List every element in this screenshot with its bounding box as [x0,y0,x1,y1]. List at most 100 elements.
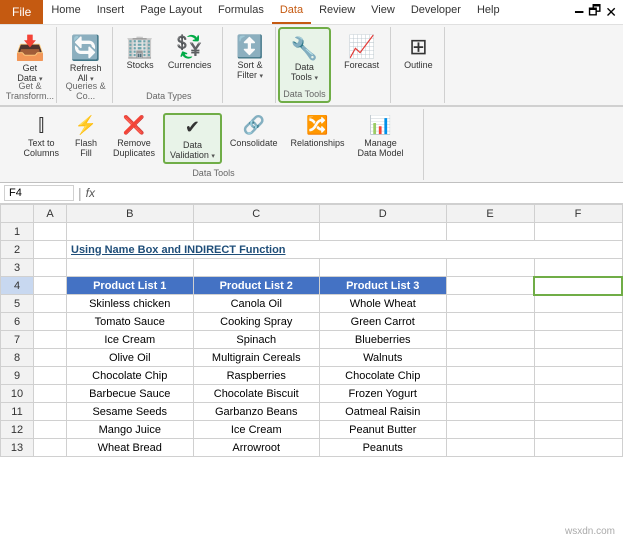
cell-e12[interactable] [446,421,534,439]
restore-icon[interactable]: 🗗 [588,0,601,24]
cell-b5[interactable]: Skinless chicken [67,295,194,313]
cell-c5[interactable]: Canola Oil [193,295,320,313]
manage-data-model-button[interactable]: 📊 ManageData Model [352,113,408,160]
col-header-b[interactable]: B [67,205,194,223]
tab-view[interactable]: View [363,0,403,24]
tab-help[interactable]: Help [469,0,508,24]
cell-b13[interactable]: Wheat Bread [67,439,194,457]
cell-f6[interactable] [534,313,622,331]
cell-d4[interactable]: Product List 3 [320,277,447,295]
stocks-button[interactable]: 🏢 Stocks [121,31,158,73]
cell-c8[interactable]: Multigrain Cereals [193,349,320,367]
col-header-a[interactable]: A [34,205,67,223]
tab-home[interactable]: Home [43,0,88,24]
col-header-e[interactable]: E [446,205,534,223]
sort-filter-button[interactable]: ↕️ Sort &Filter ▾ [231,31,268,83]
col-header-d[interactable]: D [320,205,447,223]
cell-a3[interactable] [34,259,67,277]
cell-a9[interactable] [34,367,67,385]
file-tab[interactable]: File [0,0,43,24]
currencies-button[interactable]: 💱 Currencies [163,31,217,73]
cell-f10[interactable] [534,385,622,403]
cell-f13[interactable] [534,439,622,457]
cell-b1[interactable] [67,223,194,241]
cell-d6[interactable]: Green Carrot [320,313,447,331]
outline-button[interactable]: ⊞ Outline [399,31,438,73]
cell-a1[interactable] [34,223,67,241]
cell-e4[interactable] [446,277,534,295]
cell-b9[interactable]: Chocolate Chip [67,367,194,385]
cell-b8[interactable]: Olive Oil [67,349,194,367]
forecast-button[interactable]: 📈 Forecast [339,31,384,73]
cell-e11[interactable] [446,403,534,421]
cell-e9[interactable] [446,367,534,385]
cell-f11[interactable] [534,403,622,421]
tab-page-layout[interactable]: Page Layout [132,0,210,24]
cell-b2-title[interactable]: Using Name Box and INDIRECT Function [67,241,623,259]
cell-a7[interactable] [34,331,67,349]
cell-b4[interactable]: Product List 1 [67,277,194,295]
cell-c10[interactable]: Chocolate Biscuit [193,385,320,403]
cell-f9[interactable] [534,367,622,385]
cell-f1[interactable] [534,223,622,241]
cell-a10[interactable] [34,385,67,403]
cell-e10[interactable] [446,385,534,403]
flash-fill-button[interactable]: ⚡ FlashFill [67,113,105,160]
cell-a5[interactable] [34,295,67,313]
minimize-icon[interactable]: 🗕 [574,0,584,24]
cell-f12[interactable] [534,421,622,439]
cell-d13[interactable]: Peanuts [320,439,447,457]
cell-e6[interactable] [446,313,534,331]
cell-a13[interactable] [34,439,67,457]
tab-developer[interactable]: Developer [403,0,469,24]
cell-b12[interactable]: Mango Juice [67,421,194,439]
cell-f7[interactable] [534,331,622,349]
tab-insert[interactable]: Insert [89,0,133,24]
cell-d7[interactable]: Blueberries [320,331,447,349]
cell-c3[interactable] [193,259,320,277]
cell-a11[interactable] [34,403,67,421]
cell-c9[interactable]: Raspberries [193,367,320,385]
cell-a12[interactable] [34,421,67,439]
cell-d8[interactable]: Walnuts [320,349,447,367]
close-icon[interactable]: ✕ [605,4,617,21]
get-data-button[interactable]: 📥 GetData ▾ [10,31,50,86]
tab-review[interactable]: Review [311,0,363,24]
cell-e8[interactable] [446,349,534,367]
tab-formulas[interactable]: Formulas [210,0,272,24]
name-box[interactable] [4,185,74,201]
cell-f4[interactable] [534,277,622,295]
tab-data[interactable]: Data [272,0,311,24]
cell-c6[interactable]: Cooking Spray [193,313,320,331]
cell-d12[interactable]: Peanut Butter [320,421,447,439]
cell-c12[interactable]: Ice Cream [193,421,320,439]
cell-d11[interactable]: Oatmeal Raisin [320,403,447,421]
cell-d5[interactable]: Whole Wheat [320,295,447,313]
data-validation-button[interactable]: ✔ DataValidation ▾ [163,113,222,164]
cell-f5[interactable] [534,295,622,313]
cell-a6[interactable] [34,313,67,331]
cell-c11[interactable]: Garbanzo Beans [193,403,320,421]
remove-duplicates-button[interactable]: ❌ RemoveDuplicates [108,113,160,160]
refresh-all-button[interactable]: 🔄 RefreshAll ▾ [65,31,107,86]
cell-a2[interactable] [34,241,67,259]
cell-b3[interactable] [67,259,194,277]
cell-b11[interactable]: Sesame Seeds [67,403,194,421]
cell-a4[interactable] [34,277,67,295]
cell-b6[interactable]: Tomato Sauce [67,313,194,331]
cell-e7[interactable] [446,331,534,349]
text-to-columns-button[interactable]: ⫿ Text toColumns [18,113,64,160]
cell-c13[interactable]: Arrowroot [193,439,320,457]
cell-d9[interactable]: Chocolate Chip [320,367,447,385]
cell-f3[interactable] [534,259,622,277]
data-tools-button[interactable]: 🔧 DataTools ▾ [286,33,323,85]
cell-e13[interactable] [446,439,534,457]
cell-b7[interactable]: Ice Cream [67,331,194,349]
cell-e5[interactable] [446,295,534,313]
consolidate-button[interactable]: 🔗 Consolidate [225,113,283,150]
col-header-c[interactable]: C [193,205,320,223]
cell-c1[interactable] [193,223,320,241]
cell-f8[interactable] [534,349,622,367]
col-header-f[interactable]: F [534,205,622,223]
cell-c4[interactable]: Product List 2 [193,277,320,295]
